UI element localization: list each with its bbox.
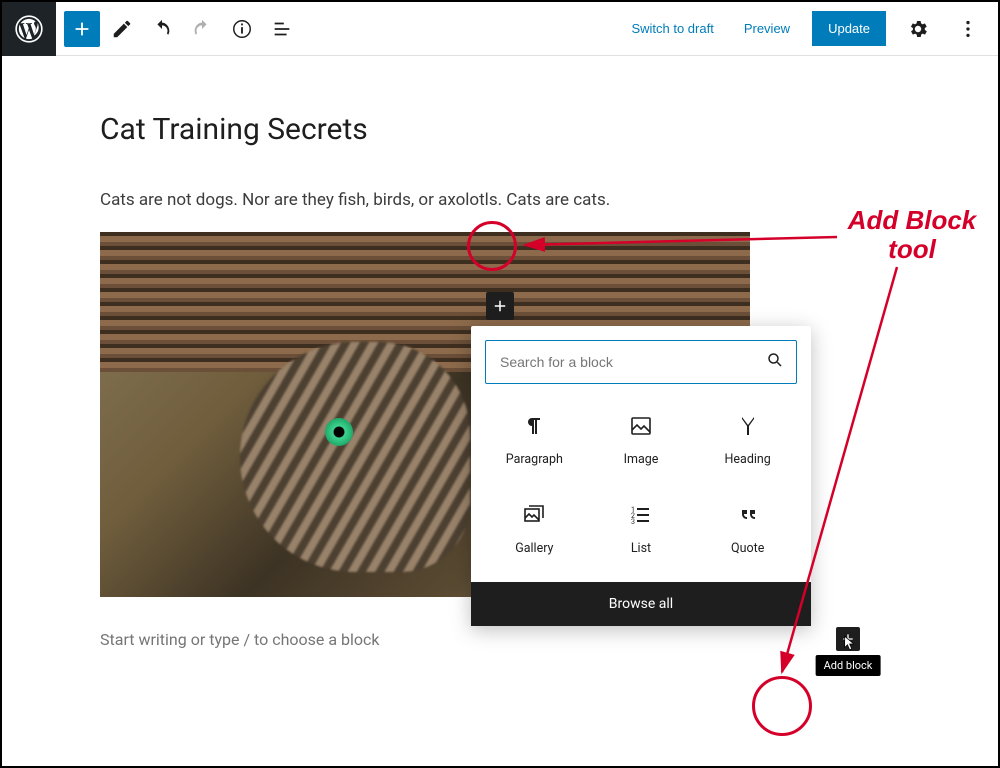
edit-tool-button[interactable]: [104, 11, 140, 47]
paragraph-block[interactable]: Cats are not dogs. Nor are they fish, bi…: [90, 187, 910, 214]
editor-topbar: Switch to draft Preview Update: [2, 2, 998, 56]
block-label: List: [631, 541, 651, 556]
block-search-field[interactable]: [485, 340, 797, 384]
update-button[interactable]: Update: [812, 11, 886, 46]
svg-text:3: 3: [631, 518, 635, 526]
add-block-tooltip: Add block: [816, 655, 881, 676]
quote-icon: [736, 503, 760, 531]
undo-button[interactable]: [144, 11, 180, 47]
options-button[interactable]: [950, 11, 986, 47]
block-label: Heading: [724, 452, 770, 467]
outline-button[interactable]: [264, 11, 300, 47]
toolbar-right: Switch to draft Preview Update: [623, 11, 998, 47]
block-search-input[interactable]: [498, 353, 766, 371]
post-title[interactable]: Cat Training Secrets: [90, 112, 910, 147]
search-icon: [766, 351, 784, 373]
block-label: Gallery: [515, 541, 553, 556]
block-image[interactable]: Image: [588, 406, 695, 475]
preview-button[interactable]: Preview: [736, 15, 798, 42]
block-paragraph[interactable]: Paragraph: [481, 406, 588, 475]
image-icon: [629, 414, 653, 442]
gallery-icon: [522, 503, 546, 531]
block-gallery[interactable]: Gallery: [481, 495, 588, 564]
block-quote[interactable]: Quote: [694, 495, 801, 564]
details-button[interactable]: [224, 11, 260, 47]
paragraph-placeholder: Start writing or type / to choose a bloc…: [100, 630, 380, 649]
paragraph-icon: [522, 414, 546, 442]
settings-button[interactable]: [900, 11, 936, 47]
heading-icon: [736, 414, 760, 442]
wordpress-logo[interactable]: [2, 2, 56, 56]
block-label: Paragraph: [506, 452, 563, 467]
block-grid: Paragraph Image Heading Gallery 123 List…: [471, 398, 811, 582]
toggle-block-inserter-button[interactable]: [64, 11, 100, 47]
add-block-inline-button[interactable]: Add block: [836, 627, 860, 651]
add-block-between-button[interactable]: [486, 292, 514, 320]
redo-button[interactable]: [184, 11, 220, 47]
switch-to-draft-button[interactable]: Switch to draft: [623, 15, 721, 42]
block-label: Image: [624, 452, 659, 467]
block-label: Quote: [731, 541, 764, 556]
block-heading[interactable]: Heading: [694, 406, 801, 475]
block-inserter-popover: Paragraph Image Heading Gallery 123 List…: [471, 326, 811, 626]
empty-paragraph-block[interactable]: Start writing or type / to choose a bloc…: [90, 627, 910, 651]
list-icon: 123: [629, 503, 653, 531]
block-list[interactable]: 123 List: [588, 495, 695, 564]
toolbar-left: [56, 11, 308, 47]
browse-all-button[interactable]: Browse all: [471, 582, 811, 626]
